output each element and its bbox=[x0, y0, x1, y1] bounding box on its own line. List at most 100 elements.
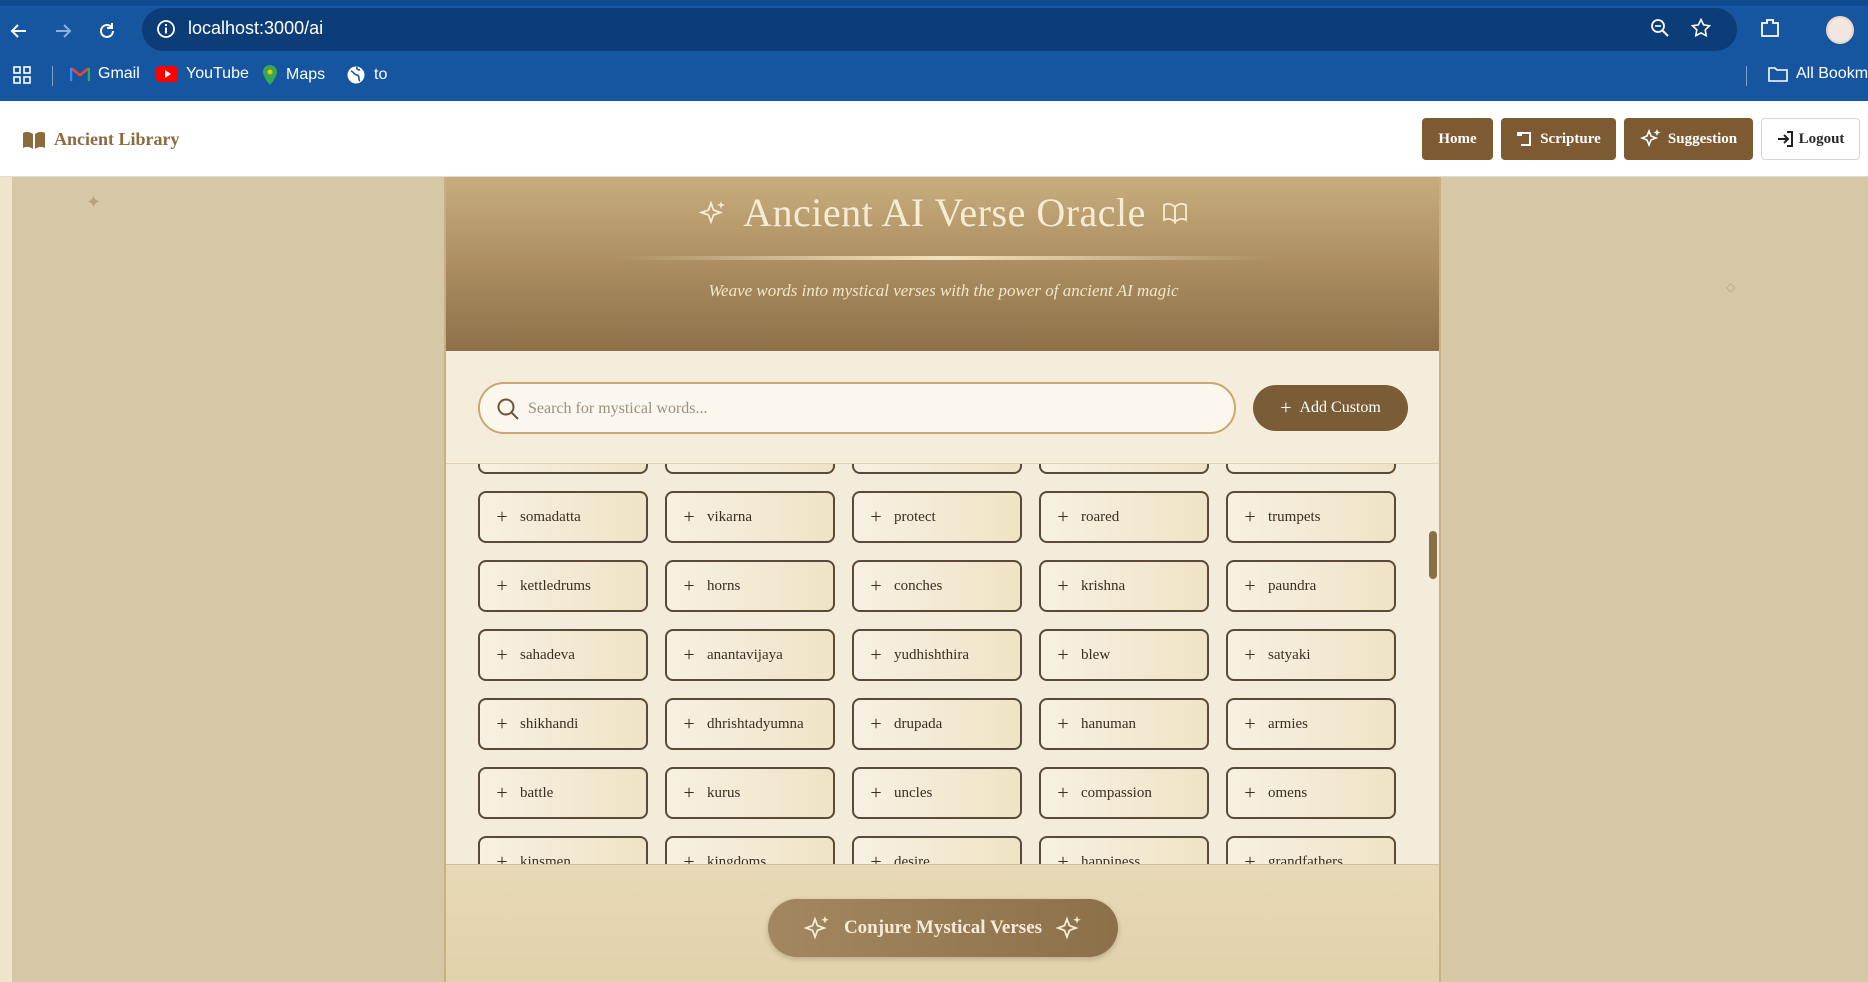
word-chip[interactable]: + sahadeva bbox=[478, 629, 648, 681]
apps-grid-icon[interactable] bbox=[12, 65, 32, 85]
search-field[interactable] bbox=[478, 382, 1236, 434]
word-chip[interactable]: + bbox=[478, 464, 648, 474]
word-chip[interactable]: + desire bbox=[852, 836, 1022, 864]
plus-icon: + bbox=[870, 506, 882, 528]
app-header: Ancient Library Home Scripture Suggestio… bbox=[0, 101, 1868, 177]
plus-icon: + bbox=[1244, 713, 1256, 735]
conjure-label: Conjure Mystical Verses bbox=[843, 917, 1043, 938]
word-row: + sahadeva + anantavijaya + yudhishthira + b… bbox=[478, 629, 1398, 681]
nav-scripture-label: Scripture bbox=[1540, 130, 1601, 147]
zoom-icon[interactable] bbox=[1650, 18, 1670, 43]
bookmark-youtube[interactable]: YouTube bbox=[156, 65, 249, 83]
word-row: + battle + kurus + uncles + compassion + omen… bbox=[478, 767, 1398, 819]
nav-home-button[interactable]: Home bbox=[1422, 118, 1493, 160]
word-chip[interactable]: + grandfathers bbox=[1226, 836, 1396, 864]
word-label: horns bbox=[707, 577, 741, 594]
plus-icon: + bbox=[496, 782, 508, 804]
logout-button[interactable]: Logout bbox=[1761, 118, 1860, 160]
word-label: battle bbox=[520, 784, 554, 801]
word-chip[interactable]: + kurus bbox=[665, 767, 835, 819]
word-label: protect bbox=[894, 508, 936, 525]
word-chip[interactable]: + satyaki bbox=[1226, 629, 1396, 681]
bookmark-gmail[interactable]: Gmail bbox=[70, 65, 140, 83]
word-chip[interactable]: + happiness bbox=[1039, 836, 1209, 864]
word-chip[interactable]: + trumpets bbox=[1226, 491, 1396, 543]
plus-icon: + bbox=[870, 575, 882, 597]
plus-icon: + bbox=[683, 506, 695, 528]
word-chip[interactable]: + conches bbox=[852, 560, 1022, 612]
url-text[interactable]: localhost:3000/ai bbox=[188, 18, 323, 39]
bookmark-label: Gmail bbox=[98, 65, 140, 82]
word-chip[interactable]: + hanuman bbox=[1039, 698, 1209, 750]
word-chip[interactable]: + blew bbox=[1039, 629, 1209, 681]
nav-suggestion-button[interactable]: Suggestion bbox=[1624, 118, 1753, 160]
logout-icon bbox=[1777, 131, 1793, 147]
conjure-verses-button[interactable]: Conjure Mystical Verses bbox=[768, 899, 1118, 957]
oracle-panel: Ancient AI Verse Oracle Weave words into… bbox=[444, 177, 1441, 982]
bookmark-star-icon[interactable] bbox=[1690, 17, 1712, 43]
search-input[interactable] bbox=[526, 396, 1220, 422]
word-chip[interactable]: + kingdoms bbox=[665, 836, 835, 864]
word-label: satyaki bbox=[1268, 646, 1311, 663]
brand-logo[interactable]: Ancient Library bbox=[22, 129, 180, 150]
back-icon[interactable] bbox=[2, 14, 36, 48]
bookmark-to[interactable]: to bbox=[346, 65, 387, 85]
word-chip[interactable]: + roared bbox=[1039, 491, 1209, 543]
word-row: + shikhandi + dhrishtadyumna + drupada + han… bbox=[478, 698, 1398, 750]
profile-avatar[interactable] bbox=[1826, 16, 1854, 44]
all-bookmarks[interactable]: All Bookmarks bbox=[1768, 65, 1868, 83]
word-chip[interactable]: + yudhishthira bbox=[852, 629, 1022, 681]
address-bar[interactable]: localhost:3000/ai bbox=[142, 8, 1737, 51]
word-chip[interactable]: + armies bbox=[1226, 698, 1396, 750]
site-info-icon[interactable] bbox=[156, 19, 176, 44]
extensions-icon[interactable] bbox=[1758, 16, 1782, 45]
word-chip[interactable]: + bbox=[665, 464, 835, 474]
plus-icon: + bbox=[1244, 851, 1256, 864]
word-chip[interactable]: + horns bbox=[665, 560, 835, 612]
word-grid-scroll[interactable]: + + + + + + somadatta + vikarna + protect +… bbox=[446, 464, 1439, 864]
plus-icon: + bbox=[683, 851, 695, 864]
word-label: happiness bbox=[1081, 853, 1141, 865]
word-chip[interactable]: + krishna bbox=[1039, 560, 1209, 612]
word-chip[interactable]: + battle bbox=[478, 767, 648, 819]
word-grid-scrollbar[interactable] bbox=[1429, 531, 1437, 579]
word-label: hanuman bbox=[1081, 715, 1136, 732]
word-chip[interactable]: + bbox=[1039, 464, 1209, 474]
nav-scripture-button[interactable]: Scripture bbox=[1501, 118, 1616, 160]
add-custom-button[interactable]: + Add Custom bbox=[1253, 385, 1408, 431]
word-chip[interactable]: + omens bbox=[1226, 767, 1396, 819]
oracle-title-row: Ancient AI Verse Oracle bbox=[446, 189, 1439, 236]
word-chip[interactable]: + somadatta bbox=[478, 491, 648, 543]
word-chip[interactable]: + kinsmen bbox=[478, 836, 648, 864]
word-chip[interactable]: + protect bbox=[852, 491, 1022, 543]
reload-icon[interactable] bbox=[90, 14, 124, 48]
plus-icon: + bbox=[496, 644, 508, 666]
word-chip[interactable]: + compassion bbox=[1039, 767, 1209, 819]
bookmark-maps[interactable]: Maps bbox=[262, 65, 325, 85]
search-icon bbox=[496, 397, 520, 426]
word-row: + kinsmen + kingdoms + desire + happiness + g… bbox=[478, 836, 1398, 864]
word-chip[interactable]: + shikhandi bbox=[478, 698, 648, 750]
scroll-icon bbox=[1517, 132, 1532, 146]
word-label: kettledrums bbox=[520, 577, 591, 594]
plus-icon: + bbox=[683, 575, 695, 597]
plus-icon: + bbox=[870, 851, 882, 864]
plus-icon: + bbox=[870, 644, 882, 666]
forward-icon[interactable] bbox=[46, 14, 80, 48]
word-chip[interactable]: + bbox=[1226, 464, 1396, 474]
word-label: desire bbox=[894, 853, 930, 865]
word-chip[interactable]: + paundra bbox=[1226, 560, 1396, 612]
nav-suggestion-label: Suggestion bbox=[1667, 130, 1738, 147]
word-chip[interactable]: + anantavijaya bbox=[665, 629, 835, 681]
word-chip[interactable]: + vikarna bbox=[665, 491, 835, 543]
word-chip[interactable]: + bbox=[852, 464, 1022, 474]
tab-strip bbox=[0, 0, 1868, 6]
word-chip[interactable]: + drupada bbox=[852, 698, 1022, 750]
word-chip[interactable]: + kettledrums bbox=[478, 560, 648, 612]
word-chip[interactable]: + uncles bbox=[852, 767, 1022, 819]
bookmarks-divider bbox=[52, 66, 53, 86]
bookmark-label: to bbox=[374, 66, 388, 83]
word-label: krishna bbox=[1081, 577, 1126, 594]
word-chip[interactable]: + dhrishtadyumna bbox=[665, 698, 835, 750]
maps-icon bbox=[263, 65, 277, 85]
